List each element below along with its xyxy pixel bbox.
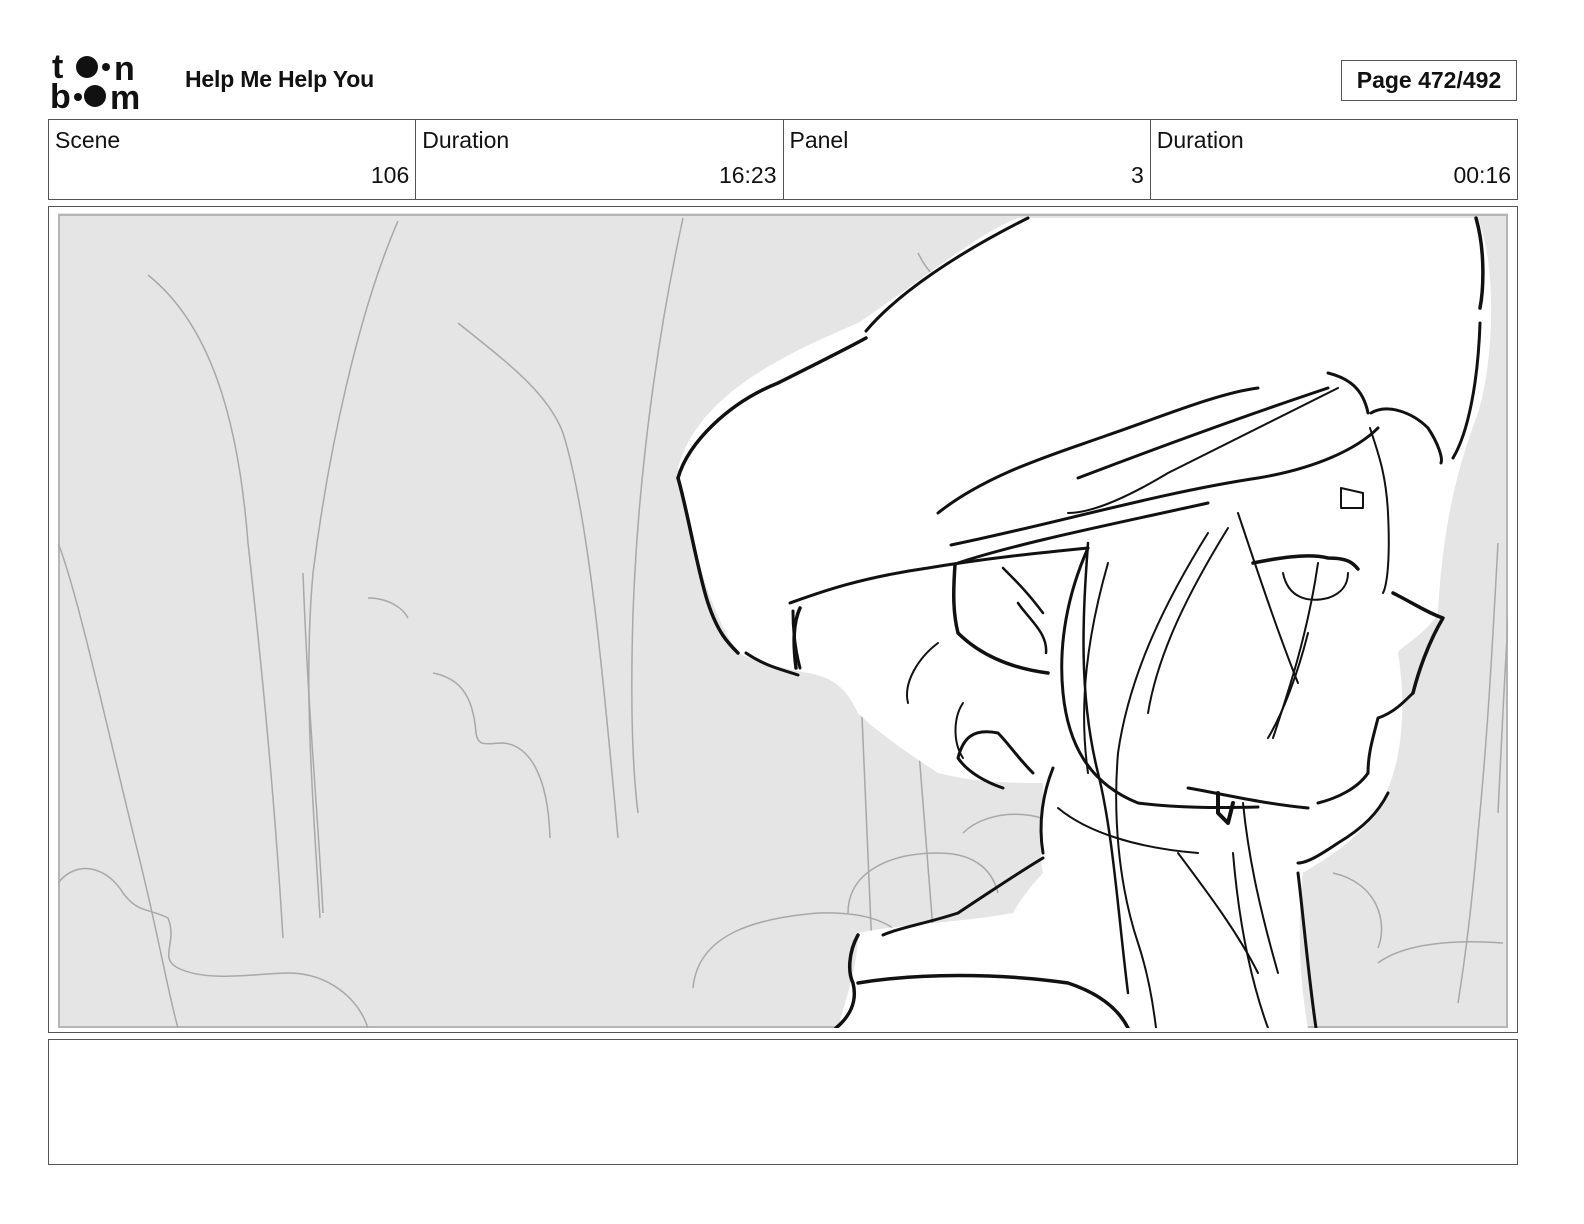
storyboard-panel-image (58, 213, 1508, 1028)
scene-info-row: Scene 106 Duration 16:23 Panel 3 Duratio… (48, 119, 1518, 200)
panel-duration-label: Duration (1156, 127, 1244, 153)
panel-value: 3 (1130, 162, 1144, 188)
scene-label: Scene (55, 127, 121, 153)
storyboard-panel-frame (48, 206, 1518, 1033)
svg-text:m: m (110, 79, 140, 114)
panel-notes-box (48, 1039, 1518, 1165)
panel-label: Panel (789, 127, 849, 153)
panel-duration-value: 00:16 (1453, 162, 1511, 188)
panel-duration-cell: Duration 00:16 (1151, 120, 1517, 199)
page-counter: Page 472/492 (1341, 60, 1517, 101)
panel-cell: Panel 3 (784, 120, 1151, 199)
scene-value: 106 (370, 162, 410, 188)
scene-cell: Scene 106 (49, 120, 417, 199)
project-title: Help Me Help You (185, 66, 374, 92)
svg-text:b: b (50, 78, 71, 114)
scene-duration-label: Duration (422, 127, 510, 153)
storyboard-sketch-icon (58, 213, 1508, 1028)
toon-boom-logo: t n b m (50, 48, 166, 117)
scene-duration-cell: Duration 16:23 (416, 120, 784, 199)
scene-duration-value: 16:23 (718, 162, 777, 188)
